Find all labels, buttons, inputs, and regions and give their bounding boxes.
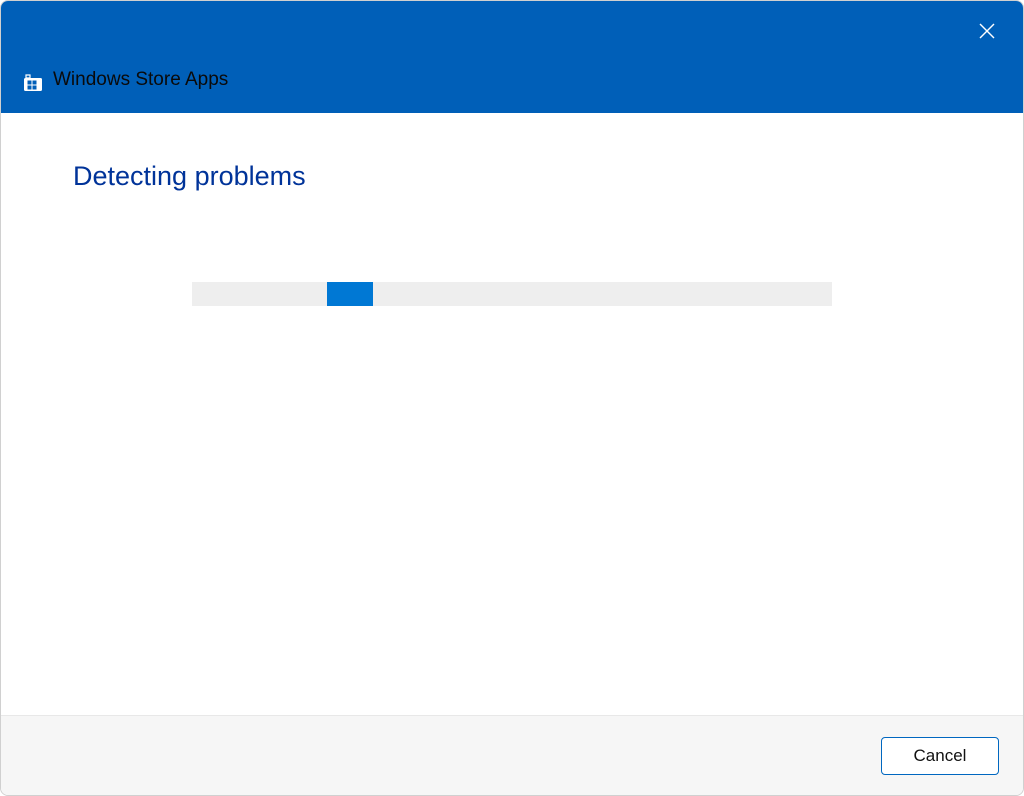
dialog-body: Detecting problems bbox=[1, 113, 1023, 715]
progress-bar bbox=[192, 282, 832, 306]
titlebar-content: Windows Store Apps bbox=[23, 69, 228, 91]
close-button[interactable] bbox=[971, 15, 1003, 47]
page-heading: Detecting problems bbox=[73, 161, 951, 192]
dialog-footer: Cancel bbox=[1, 715, 1023, 795]
cancel-button[interactable]: Cancel bbox=[881, 737, 999, 775]
window-title: Windows Store Apps bbox=[53, 69, 228, 91]
store-icon bbox=[23, 72, 43, 92]
close-icon bbox=[977, 21, 997, 41]
troubleshooter-window: Windows Store Apps Detecting problems Ca… bbox=[0, 0, 1024, 796]
titlebar: Windows Store Apps bbox=[1, 1, 1023, 113]
progress-indicator bbox=[327, 282, 373, 306]
